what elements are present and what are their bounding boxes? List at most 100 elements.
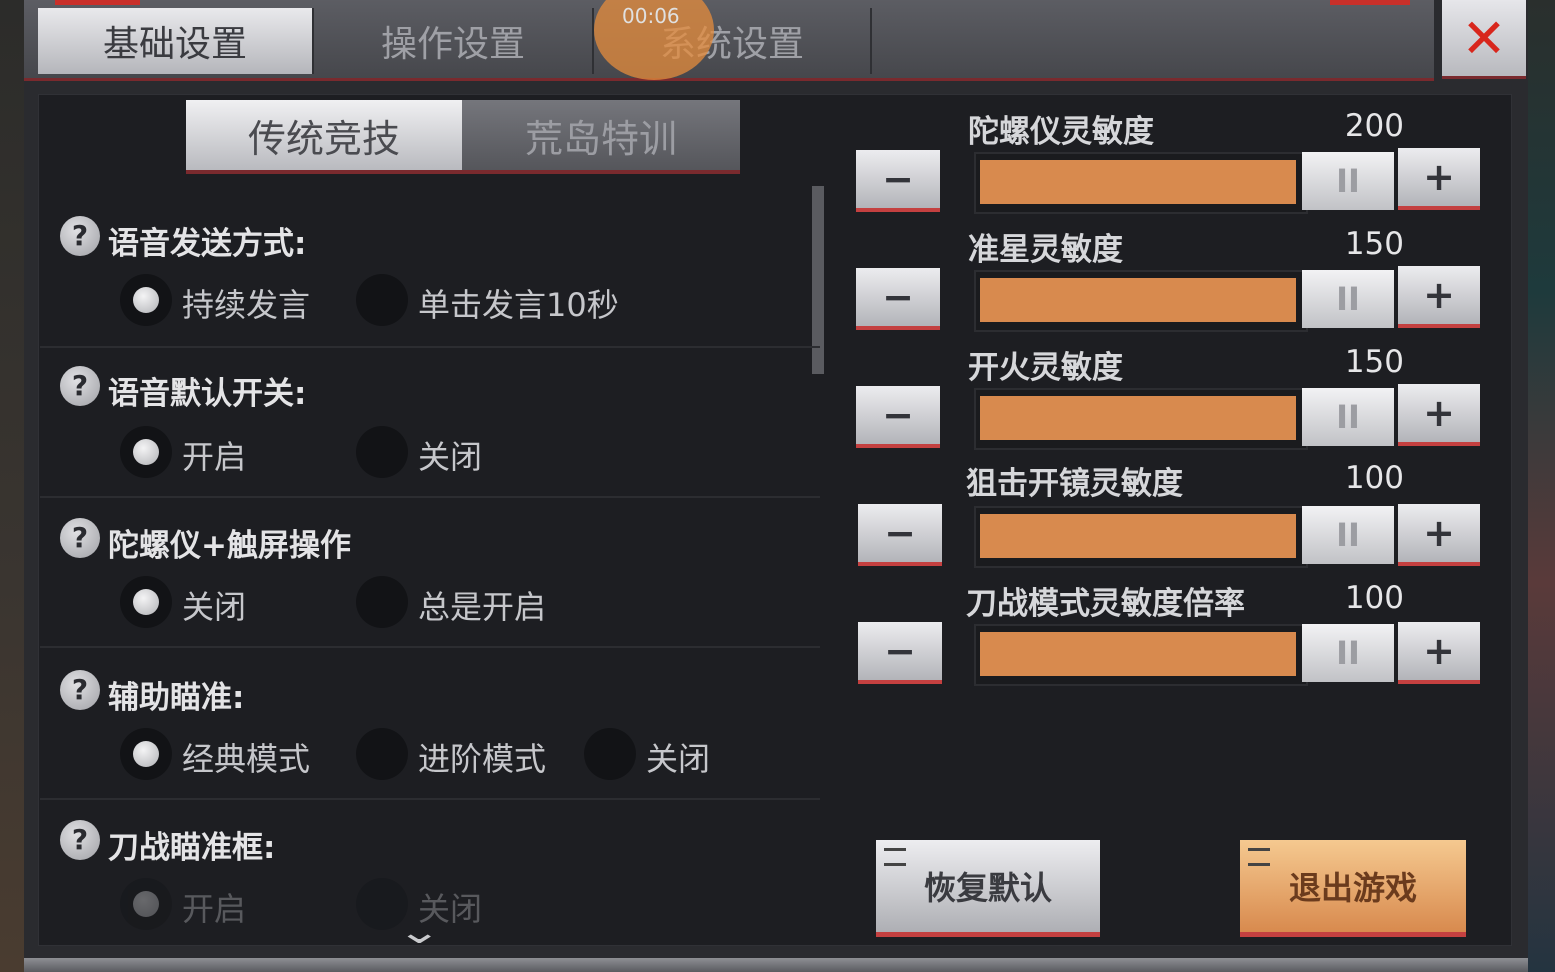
section-voice-default: ? 语音默认开关: 开启 关闭 bbox=[40, 350, 820, 498]
option-label: 关闭 bbox=[182, 588, 247, 626]
increase-button[interactable]: + bbox=[1398, 384, 1480, 446]
radio-continuous[interactable] bbox=[120, 274, 172, 326]
grip-icon: II bbox=[1336, 398, 1360, 436]
slider-track[interactable] bbox=[974, 506, 1308, 568]
plus-icon: + bbox=[1423, 391, 1455, 435]
slider-value: 150 bbox=[1344, 226, 1404, 262]
option-label: 总是开启 bbox=[418, 588, 547, 626]
reset-default-button[interactable]: 恢复默认 bbox=[876, 840, 1100, 937]
minus-icon: − bbox=[884, 511, 916, 555]
slider-fill bbox=[980, 278, 1296, 322]
radio-off[interactable] bbox=[120, 576, 172, 628]
increase-button[interactable]: + bbox=[1398, 148, 1480, 210]
section-title: 语音默认开关: bbox=[108, 376, 307, 412]
slider-track[interactable] bbox=[974, 624, 1308, 686]
top-accent-right bbox=[1330, 0, 1410, 5]
grip-icon: II bbox=[1336, 634, 1360, 672]
slider-label: 开火灵敏度 bbox=[968, 350, 1123, 386]
section-gyro-touch: ? 陀螺仪+触屏操作 关闭 总是开启 bbox=[40, 500, 820, 648]
radio-on[interactable] bbox=[120, 426, 172, 478]
grip-icon: II bbox=[1336, 162, 1360, 200]
option-label: 经典模式 bbox=[182, 740, 311, 778]
section-voice-send-mode: ? 语音发送方式: 持续发言 单击发言10秒 bbox=[40, 200, 820, 348]
close-button[interactable]: ✕ bbox=[1442, 0, 1526, 79]
option-label: 进阶模式 bbox=[418, 740, 547, 778]
slider-thumb[interactable]: II bbox=[1302, 388, 1394, 446]
slider-track[interactable] bbox=[974, 270, 1308, 332]
radio-off[interactable] bbox=[356, 426, 408, 478]
background-right bbox=[1525, 0, 1555, 972]
plus-icon: + bbox=[1423, 511, 1455, 555]
decrease-button[interactable]: − bbox=[856, 268, 940, 330]
minus-icon: − bbox=[882, 157, 914, 201]
slider-fill bbox=[980, 514, 1296, 558]
menu-lines-icon bbox=[1248, 848, 1270, 866]
slider-label: 准星灵敏度 bbox=[968, 232, 1123, 268]
bottom-bar bbox=[24, 958, 1528, 972]
grip-icon: II bbox=[1336, 280, 1360, 318]
plus-icon: + bbox=[1423, 273, 1455, 317]
help-icon[interactable]: ? bbox=[60, 366, 100, 406]
minus-icon: − bbox=[884, 629, 916, 673]
option-label: 单击发言10秒 bbox=[418, 286, 619, 324]
section-title: 刀战瞄准框: bbox=[108, 830, 276, 866]
grip-icon: II bbox=[1336, 516, 1360, 554]
slider-track[interactable] bbox=[974, 152, 1308, 214]
slider-thumb[interactable]: II bbox=[1302, 624, 1394, 682]
option-label: 关闭 bbox=[418, 438, 483, 476]
plus-icon: + bbox=[1423, 629, 1455, 673]
slider-fill bbox=[980, 632, 1296, 676]
slider-thumb[interactable]: II bbox=[1302, 152, 1394, 210]
slider-label: 刀战模式灵敏度倍率 bbox=[966, 586, 1245, 622]
decrease-button[interactable]: − bbox=[858, 504, 942, 566]
help-icon[interactable]: ? bbox=[60, 820, 100, 860]
slider-track[interactable] bbox=[974, 388, 1308, 450]
background-left bbox=[0, 0, 26, 972]
close-icon: ✕ bbox=[1461, 6, 1507, 70]
radio-aim-off[interactable] bbox=[584, 728, 636, 780]
slider-fill bbox=[980, 396, 1296, 440]
recording-timer: 00:06 bbox=[622, 4, 680, 28]
minus-icon: − bbox=[882, 393, 914, 437]
increase-button[interactable]: + bbox=[1398, 504, 1480, 566]
decrease-button[interactable]: − bbox=[856, 386, 940, 448]
decrease-button[interactable]: − bbox=[858, 622, 942, 684]
chevron-down-icon[interactable]: ⌄ bbox=[396, 912, 442, 952]
radio-advanced[interactable] bbox=[356, 728, 408, 780]
section-title: 辅助瞄准: bbox=[108, 680, 245, 716]
slider-value: 150 bbox=[1344, 344, 1404, 380]
plus-icon: + bbox=[1423, 155, 1455, 199]
radio-on[interactable] bbox=[120, 878, 172, 930]
increase-button[interactable]: + bbox=[1398, 266, 1480, 328]
section-aim-assist: ? 辅助瞄准: 经典模式 进阶模式 关闭 bbox=[40, 650, 820, 800]
minus-icon: − bbox=[882, 275, 914, 319]
tab-basic-settings[interactable]: 基础设置 bbox=[38, 8, 314, 74]
increase-button[interactable]: + bbox=[1398, 622, 1480, 684]
radio-classic[interactable] bbox=[120, 728, 172, 780]
slider-label: 陀螺仪灵敏度 bbox=[968, 114, 1154, 150]
slider-thumb[interactable]: II bbox=[1302, 270, 1394, 328]
radio-always-on[interactable] bbox=[356, 576, 408, 628]
option-label: 持续发言 bbox=[182, 286, 311, 324]
exit-game-button[interactable]: 退出游戏 bbox=[1240, 840, 1466, 937]
decrease-button[interactable]: − bbox=[856, 150, 940, 212]
slider-value: 100 bbox=[1344, 580, 1404, 616]
section-title: 陀螺仪+触屏操作 bbox=[108, 528, 351, 564]
subtab-island[interactable]: 荒岛特训 bbox=[462, 100, 740, 174]
help-icon[interactable]: ? bbox=[60, 518, 100, 558]
button-label: 退出游戏 bbox=[1288, 869, 1417, 907]
help-icon[interactable]: ? bbox=[60, 216, 100, 256]
slider-value: 100 bbox=[1344, 460, 1404, 496]
tab-control-settings[interactable]: 操作设置 bbox=[314, 8, 594, 74]
section-title: 语音发送方式: bbox=[108, 226, 307, 262]
slider-fill bbox=[980, 160, 1296, 204]
slider-thumb[interactable]: II bbox=[1302, 506, 1394, 564]
radio-tap-10s[interactable] bbox=[356, 274, 408, 326]
button-label: 恢复默认 bbox=[923, 869, 1052, 907]
help-icon[interactable]: ? bbox=[60, 670, 100, 710]
top-accent-left bbox=[55, 0, 140, 5]
option-label: 开启 bbox=[182, 890, 247, 928]
option-label: 开启 bbox=[182, 438, 247, 476]
subtab-classic[interactable]: 传统竞技 bbox=[186, 100, 462, 174]
slider-label: 狙击开镜灵敏度 bbox=[966, 466, 1183, 502]
